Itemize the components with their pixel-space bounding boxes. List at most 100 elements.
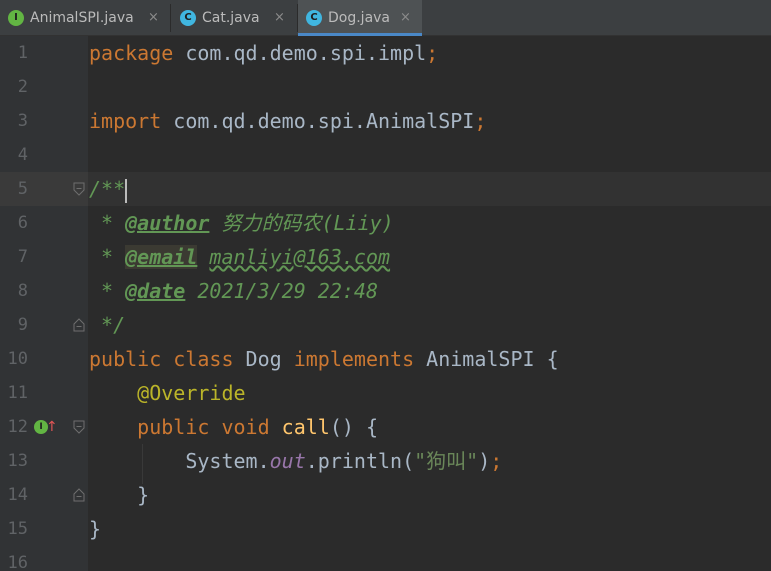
javadoc-author-tag: @author	[125, 211, 210, 235]
paren-close: )	[478, 449, 491, 473]
tab-label: Cat.java	[202, 10, 260, 26]
tab-separator	[170, 4, 171, 32]
class-icon: C	[306, 10, 322, 26]
brace-close: }	[89, 483, 150, 507]
code-text[interactable]: public class Dog implements AnimalSPI {	[89, 342, 559, 376]
line-number: 15	[7, 519, 28, 539]
method-params: () {	[329, 415, 379, 439]
line-number: 12	[7, 417, 28, 437]
code-text[interactable]: * @email manliyi@163.com	[89, 240, 390, 274]
code-text[interactable]: public void call() {	[89, 410, 378, 444]
line-number: 10	[7, 349, 28, 369]
annotation: @Override	[137, 381, 246, 405]
line-number: 11	[7, 383, 28, 403]
package-name: com.qd.demo.spi.impl	[173, 41, 427, 65]
code-text[interactable]: /**	[89, 172, 128, 206]
comment-star: *	[89, 279, 126, 303]
close-icon[interactable]: ×	[400, 9, 411, 27]
close-icon[interactable]: ×	[274, 9, 285, 27]
fold-end-icon[interactable]	[73, 488, 85, 502]
close-icon[interactable]: ×	[148, 9, 159, 27]
javadoc-author-value: 努力的码农(Liiy)	[209, 211, 394, 235]
code-text[interactable]: */	[89, 308, 125, 342]
fold-collapse-icon[interactable]	[73, 420, 85, 434]
line-number: 2	[17, 77, 28, 97]
keyword: public void	[137, 415, 270, 439]
code-text[interactable]: }	[89, 512, 101, 546]
line-number: 3	[17, 111, 28, 131]
string-literal: "狗叫"	[414, 449, 479, 473]
code-line: 13 System.out.println("狗叫");	[0, 444, 771, 478]
code-line: 2	[0, 70, 771, 104]
line-number: 9	[17, 315, 28, 335]
fold-collapse-icon[interactable]	[73, 182, 85, 196]
semicolon: ;	[490, 449, 503, 473]
ide-window: I AnimalSPI.java × C Cat.java × C Dog.ja…	[0, 0, 771, 571]
code-line: 15 }	[0, 512, 771, 546]
code-line: 14 }	[0, 478, 771, 512]
tab-label: Dog.java	[328, 10, 391, 26]
tab-cat-java[interactable]: C Cat.java ×	[172, 0, 296, 36]
code-text[interactable]: * @date 2021/3/29 22:48	[89, 274, 378, 308]
doc-comment-close: */	[89, 313, 126, 337]
method-call: .println(	[305, 449, 415, 473]
interface-icon: I	[8, 10, 24, 26]
interface-name: AnimalSPI {	[414, 347, 559, 371]
code-text[interactable]: }	[89, 478, 149, 512]
javadoc-date-value: 2021/3/29 22:48	[185, 279, 378, 303]
import-name: com.qd.demo.spi.AnimalSPI	[161, 109, 475, 133]
code-text[interactable]: import com.qd.demo.spi.AnimalSPI;	[89, 104, 486, 138]
tab-animalspi-java[interactable]: I AnimalSPI.java ×	[0, 0, 168, 36]
line-number: 8	[17, 281, 28, 301]
keyword: import	[89, 109, 162, 133]
code-line: 8 * @date 2021/3/29 22:48	[0, 274, 771, 308]
code-line: 11 @Override	[0, 376, 771, 410]
code-text[interactable]: @Override	[89, 376, 246, 410]
code-editor[interactable]: 1 package com.qd.demo.spi.impl; 2 3 impo…	[0, 36, 771, 571]
static-field: out	[269, 449, 306, 473]
javadoc-email-value: manliyi@163.com	[209, 245, 391, 269]
line-number: 13	[7, 451, 28, 471]
code-line: 12 I ↑ public void call() {	[0, 410, 771, 444]
fold-end-icon[interactable]	[73, 318, 85, 332]
code-text[interactable]: * @author 努力的码农(Liiy)	[89, 206, 394, 240]
code-line: 10 public class Dog implements AnimalSPI…	[0, 342, 771, 376]
line-number: 6	[17, 213, 28, 233]
brace-close: }	[89, 517, 102, 541]
tab-dog-java[interactable]: C Dog.java ×	[298, 0, 422, 36]
class-ref: System.	[185, 449, 270, 473]
semicolon: ;	[474, 109, 487, 133]
code-line: 9 */	[0, 308, 771, 342]
text-caret	[125, 178, 128, 203]
code-text[interactable]: package com.qd.demo.spi.impl;	[89, 36, 438, 70]
class-name: Dog	[233, 347, 294, 371]
code-text[interactable]: System.out.println("狗叫");	[89, 444, 502, 478]
line-number: 4	[17, 145, 28, 165]
method-name: call	[281, 415, 330, 439]
code-line: 1 package com.qd.demo.spi.impl;	[0, 36, 771, 70]
code-line: 6 * @author 努力的码农(Liiy)	[0, 206, 771, 240]
comment-star: *	[89, 211, 126, 235]
semicolon: ;	[426, 41, 439, 65]
line-number: 7	[17, 247, 28, 267]
javadoc-email-tag: @email	[125, 245, 198, 269]
editor-tab-bar: I AnimalSPI.java × C Cat.java × C Dog.ja…	[0, 0, 771, 36]
line-number: 5	[17, 179, 28, 199]
javadoc-date-tag: @date	[125, 279, 186, 303]
doc-comment-open: /**	[89, 177, 126, 201]
go-to-super-arrow-icon[interactable]: ↑	[46, 418, 58, 436]
line-number: 1	[17, 43, 28, 63]
line-number: 16	[7, 553, 28, 571]
keyword: public class	[89, 347, 234, 371]
class-icon: C	[180, 10, 196, 26]
code-line: 4	[0, 138, 771, 172]
code-line: 3 import com.qd.demo.spi.AnimalSPI;	[0, 104, 771, 138]
code-line: 16	[0, 546, 771, 571]
keyword: implements	[293, 347, 415, 371]
code-line: 5 /**	[0, 172, 771, 206]
